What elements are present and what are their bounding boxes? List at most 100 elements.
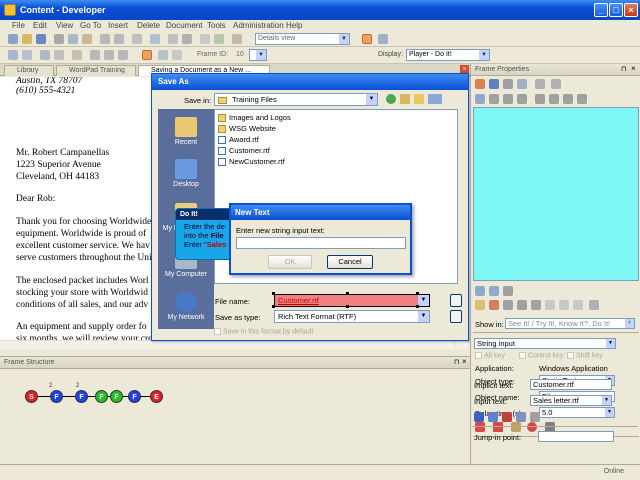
document-horizontal-scrollbar[interactable] (0, 340, 454, 349)
action-type-combo[interactable]: String input ▼ (474, 338, 616, 349)
pin-icon[interactable]: ⊓ (621, 65, 629, 73)
first-frame-icon[interactable] (90, 50, 100, 60)
align-icon[interactable] (8, 50, 18, 60)
format-icon[interactable] (22, 50, 32, 60)
frame-node-start[interactable]: S (25, 390, 38, 403)
menu-insert[interactable]: Insert (108, 21, 128, 30)
implicit-text-field[interactable]: Customer.rtf (530, 379, 612, 390)
highlight-icon[interactable] (362, 34, 372, 44)
menu-view[interactable]: View (56, 21, 73, 30)
open-icon[interactable] (22, 34, 32, 44)
selection-handle[interactable] (346, 305, 349, 308)
zoom-icon[interactable] (168, 34, 178, 44)
display-combo[interactable]: Player - Do It! ▼ (406, 49, 490, 61)
maximize-button[interactable]: □ (609, 3, 623, 17)
text-color-icon[interactable] (488, 412, 498, 422)
menu-tools[interactable]: Tools (207, 21, 226, 30)
new-text-input[interactable] (236, 237, 406, 249)
play-icon[interactable] (158, 50, 168, 60)
next-frame-icon[interactable] (118, 50, 128, 60)
frame-node[interactable]: F (110, 390, 123, 403)
frame-tool-icon[interactable] (475, 300, 485, 310)
find-icon[interactable] (150, 34, 160, 44)
bold-icon[interactable] (535, 94, 545, 104)
underline-icon[interactable] (563, 94, 573, 104)
cancel-button[interactable]: Cancel (327, 255, 373, 269)
input-text-combo[interactable]: Sales letter.rtf ▼ (530, 395, 612, 406)
check-icon[interactable] (214, 34, 224, 44)
close-button[interactable]: × (624, 3, 638, 17)
frame-node[interactable]: F (75, 390, 88, 403)
frame-tool-icon[interactable] (503, 300, 513, 310)
action-tool-icon[interactable] (527, 422, 537, 432)
frame-tool-icon[interactable] (589, 300, 599, 310)
save-icon[interactable] (36, 34, 46, 44)
frame-tool-icon[interactable] (559, 300, 569, 310)
spell-icon[interactable] (530, 412, 540, 422)
tab-wordpad-training[interactable]: WordPad Training (56, 65, 136, 76)
bold-icon[interactable] (40, 50, 50, 60)
list-item[interactable]: Award.rtf (218, 135, 259, 145)
delay-field[interactable]: 5.0 ▼ (539, 407, 615, 418)
highlight-icon[interactable] (502, 412, 512, 422)
jump-in-field[interactable] (538, 431, 614, 442)
align-left-icon[interactable] (475, 94, 485, 104)
save-button[interactable] (450, 294, 462, 307)
filename-input[interactable]: Customer.rtf ▼ (274, 294, 430, 307)
close-icon[interactable]: × (631, 64, 639, 73)
font-style-icon[interactable] (474, 412, 484, 422)
fill-color-icon[interactable] (475, 79, 485, 89)
preview-icon[interactable] (232, 34, 242, 44)
menu-file[interactable]: File (12, 21, 25, 30)
place-desktop[interactable]: Desktop (158, 159, 214, 188)
frame-tool-icon[interactable] (475, 286, 485, 296)
place-recent[interactable]: Recent (158, 117, 214, 146)
place-my-network[interactable]: My Network (158, 292, 214, 321)
selection-handle[interactable] (346, 292, 349, 295)
frame-tool-icon[interactable] (531, 300, 541, 310)
grid-icon[interactable] (182, 34, 192, 44)
selection-handle[interactable] (416, 305, 419, 308)
copy-icon[interactable] (68, 34, 78, 44)
frame-node[interactable]: F (95, 390, 108, 403)
shift-key-checkbox[interactable]: Shift key (567, 352, 603, 359)
properties-icon[interactable] (200, 34, 210, 44)
frame-tool-icon[interactable] (517, 300, 527, 310)
menu-administration[interactable]: Administration (233, 21, 284, 30)
border-icon[interactable] (489, 79, 499, 89)
frame-node[interactable]: F (50, 390, 63, 403)
cancel-button[interactable] (450, 310, 462, 323)
new-icon[interactable] (8, 34, 18, 44)
list-item[interactable]: NewCustomer.rtf (218, 157, 285, 167)
italic-icon[interactable] (549, 94, 559, 104)
show-in-combo[interactable]: See It! / Try It!, Know It?, Do It! ▼ (505, 318, 635, 329)
justify-icon[interactable] (517, 94, 527, 104)
frame-icon[interactable] (378, 34, 388, 44)
prev-frame-icon[interactable] (104, 50, 114, 60)
action-tool-icon[interactable] (511, 422, 521, 432)
list-item[interactable]: Images and Logos (218, 113, 291, 123)
list-icon[interactable] (577, 94, 587, 104)
tab-library[interactable]: Library (4, 65, 54, 76)
close-icon[interactable]: × (462, 357, 470, 366)
selection-handle[interactable] (416, 292, 419, 295)
align-right-icon[interactable] (503, 94, 513, 104)
undo-icon[interactable] (100, 34, 110, 44)
ok-button[interactable]: OK (268, 255, 312, 269)
menu-edit[interactable]: Edit (33, 21, 47, 30)
view-menu-icon[interactable] (428, 94, 442, 104)
frame-tool-icon[interactable] (489, 300, 499, 310)
frame-tool-icon[interactable] (489, 286, 499, 296)
savetype-combo[interactable]: Rich Text Format (RTF) ▼ (274, 310, 430, 323)
delete-icon[interactable] (132, 34, 142, 44)
redo-icon[interactable] (114, 34, 124, 44)
italic-icon[interactable] (54, 50, 64, 60)
menu-help[interactable]: Help (286, 21, 302, 30)
cut-icon[interactable] (503, 79, 513, 89)
stop-icon[interactable] (172, 50, 182, 60)
minimize-button[interactable]: _ (594, 3, 608, 17)
frame-id-combo[interactable]: ▼ (249, 49, 267, 61)
list-item[interactable]: WSG Website (218, 124, 276, 134)
frame-node-end[interactable]: E (150, 390, 163, 403)
control-key-checkbox[interactable]: Control key (519, 352, 563, 359)
